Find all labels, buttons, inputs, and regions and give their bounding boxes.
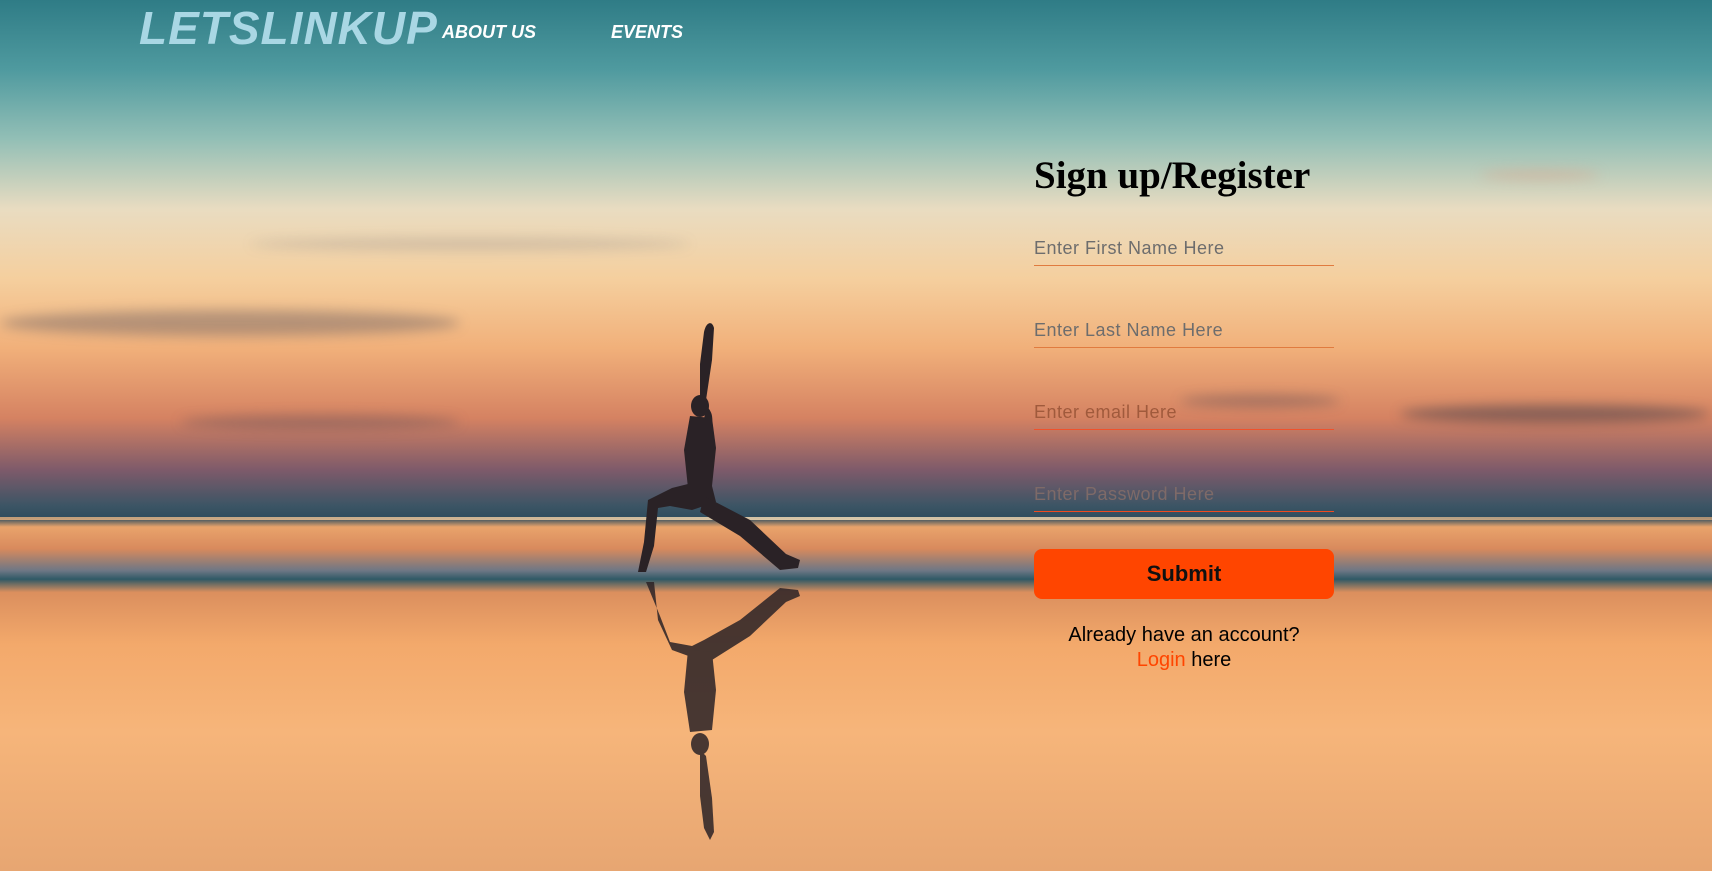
form-title: Sign up/Register	[1034, 154, 1311, 197]
yoga-silhouette-image	[638, 323, 800, 840]
password-input[interactable]	[1034, 478, 1334, 512]
signup-form: Sign up/Register Submit Already have an …	[1034, 152, 1334, 673]
background-cloud	[180, 415, 460, 429]
background-cloud	[1400, 405, 1710, 423]
login-prompt-text: Already have an account?	[1068, 624, 1300, 646]
site-logo[interactable]: LETSLINKUP	[139, 4, 438, 52]
nav-link-about-us[interactable]: ABOUT US	[442, 22, 536, 43]
last-name-input[interactable]	[1034, 314, 1334, 348]
first-name-input[interactable]	[1034, 232, 1334, 266]
nav-link-events[interactable]: EVENTS	[611, 22, 683, 43]
page-background: LETSLINKUP ABOUT US EVENTS Sign up/Regis…	[0, 0, 1712, 871]
background-cloud	[0, 310, 460, 336]
submit-button[interactable]: Submit	[1034, 549, 1334, 599]
background-cloud	[250, 238, 690, 250]
login-suffix-text: here	[1191, 649, 1232, 671]
email-input[interactable]	[1034, 396, 1334, 430]
login-prompt: Already have an account? Login here	[1034, 623, 1334, 673]
background-cloud	[1480, 170, 1600, 180]
login-link[interactable]: Login	[1137, 649, 1186, 671]
sea-horizon	[0, 517, 1712, 520]
